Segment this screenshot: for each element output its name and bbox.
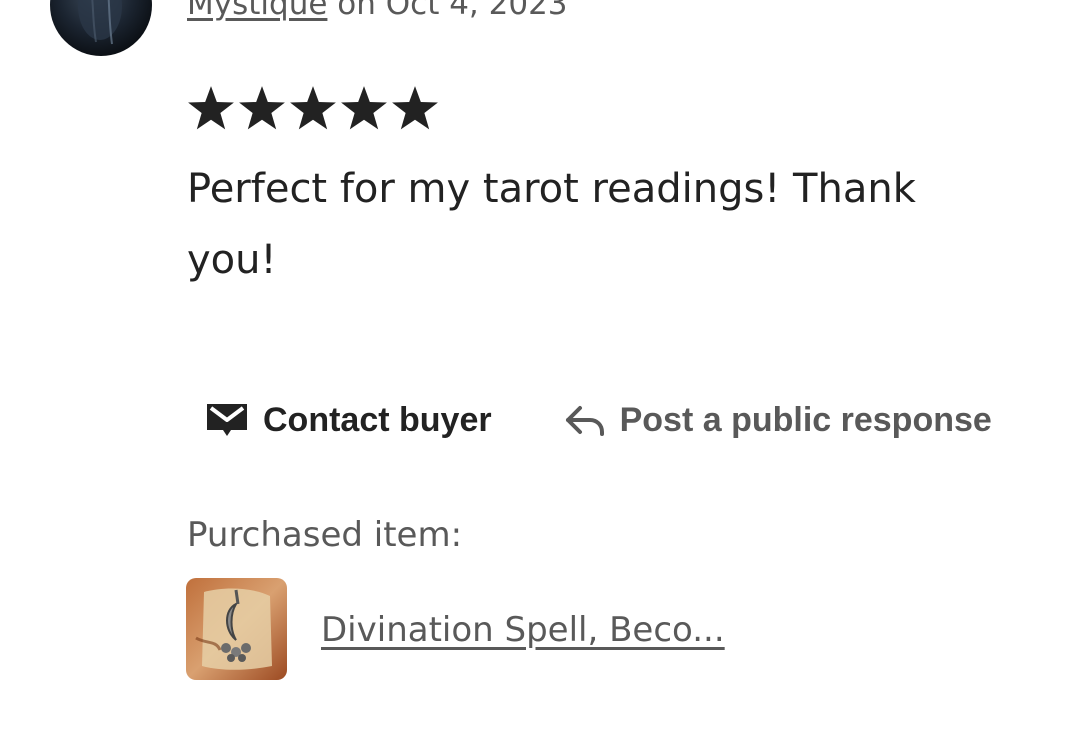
purchased-item-label: Purchased item: [187, 515, 463, 555]
star-icon [239, 86, 285, 130]
contact-buyer-label: Contact buyer [263, 400, 492, 439]
star-rating [186, 84, 441, 134]
reply-arrow-icon [564, 402, 606, 438]
reviewer-name-link[interactable]: Mystique [187, 0, 327, 22]
review-date: on Oct 4, 2023 [327, 0, 568, 22]
mail-icon [205, 400, 249, 440]
reviewer-avatar[interactable] [50, 0, 152, 56]
review-text: Perfect for my tarot readings! Thank you… [187, 166, 916, 283]
contact-buyer-button[interactable]: Contact buyer [205, 400, 492, 440]
star-icon [188, 86, 234, 130]
review-actions: Contact buyer Post a public response [205, 400, 992, 440]
post-public-response-label: Post a public response [619, 400, 992, 439]
purchased-item-thumbnail[interactable] [186, 578, 287, 680]
purchased-item-link[interactable]: Divination Spell, Beco... [321, 607, 725, 653]
reviewer-line: Mystique on Oct 4, 2023 [187, 0, 568, 24]
star-icon [290, 86, 336, 130]
post-public-response-button[interactable]: Post a public response [564, 401, 992, 440]
star-icon [341, 86, 387, 130]
review-card: Mystique on Oct 4, 2023 Perfect for my t… [0, 0, 1080, 746]
star-icon [392, 86, 438, 130]
